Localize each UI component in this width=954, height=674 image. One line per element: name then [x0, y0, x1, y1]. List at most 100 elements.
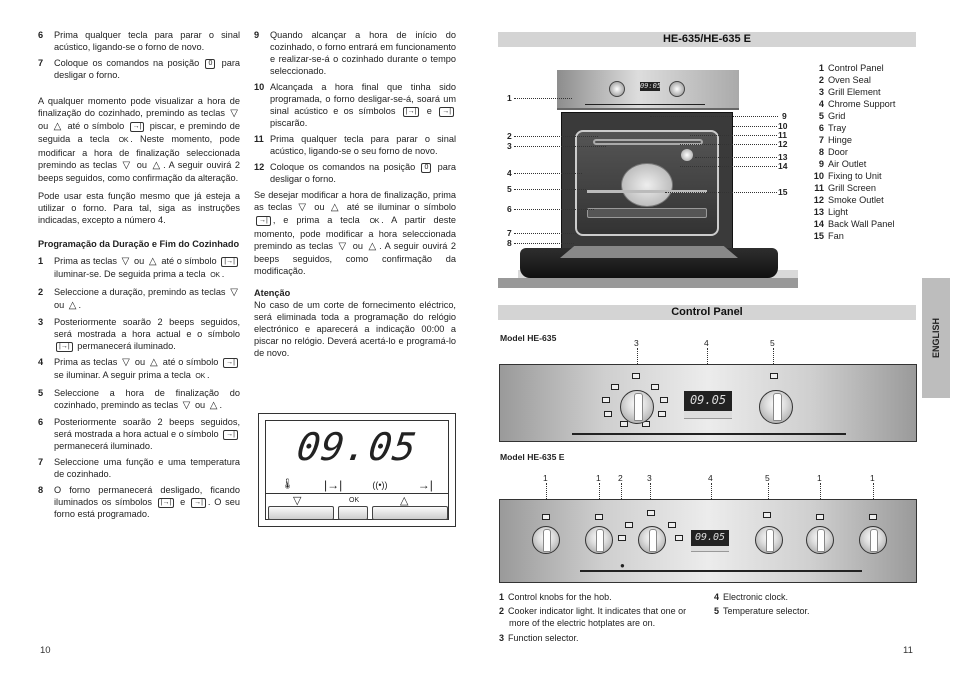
section-title-bar: HE-635/HE-635 E [498, 32, 916, 47]
legend-label: Smoke Outlet [828, 195, 884, 205]
clock-figure: 09.05 🌡 |→| ((•)) →| ▽ OK △ [258, 413, 456, 527]
list-item: 6 Prima qualquer tecla para parar o sinal… [38, 30, 240, 52]
legend-number: 1 [818, 63, 824, 73]
alarm-icon: ((•)) [372, 480, 388, 490]
text: e [180, 497, 186, 507]
down-arrow-icon: ▽ [121, 256, 130, 267]
hob-knob-4[interactable] [859, 526, 887, 554]
off-position-icon: 0 [421, 162, 432, 173]
oven-display: 09:05 [640, 82, 662, 91]
up-arrow-icon: △ [148, 256, 157, 267]
text: ou [134, 256, 145, 266]
text: . [78, 300, 82, 310]
legend-number: 15 [813, 231, 824, 241]
legend-label: Fan [828, 231, 844, 241]
text: até o símbolo [67, 121, 125, 131]
step-number: 11 [254, 134, 264, 144]
legend-label: Grid [828, 111, 846, 121]
text: Coloque os comandos na posição [270, 162, 416, 172]
steps-list: 1 Prima as teclas ▽ ou △ até o símbolo |→… [38, 255, 240, 520]
paragraph: Se desejar modificar a hora de finalizaç… [254, 189, 456, 277]
legend-label: Back Wall Panel [828, 219, 895, 229]
legend-number: 6 [818, 123, 824, 133]
list-item: 2 Seleccione a duração, premindo as tecla… [38, 286, 240, 312]
list-item: 3 Posteriormente soarão 2 beeps seguidos,… [38, 316, 240, 352]
oven-knob [609, 81, 625, 97]
text: . [221, 269, 225, 279]
legend-number: 3 [818, 87, 824, 97]
text: ou [136, 160, 147, 170]
up-arrow-icon: △ [68, 300, 77, 311]
ok-key-icon: OK [369, 218, 380, 225]
ok-key-icon: OK [118, 137, 129, 144]
text: . [219, 400, 222, 410]
oven-knob [669, 81, 685, 97]
legend-item: 4 Chrome Support [810, 98, 896, 110]
end-time-icon: →| [439, 106, 455, 117]
down-arrow-icon: ▽ [182, 400, 191, 411]
hob-knob-2[interactable] [585, 526, 613, 554]
text: , e prima a tecla [272, 215, 360, 225]
step-number: 1 [38, 256, 44, 266]
step-number: 8 [38, 485, 44, 495]
text: . [206, 370, 210, 380]
up-key[interactable] [372, 506, 448, 520]
attention-text: No caso de um corte de fornecimento eléc… [254, 300, 456, 358]
step-number: 9 [254, 30, 260, 40]
hob-icon [542, 514, 550, 520]
legend-label: Chrome Support [828, 99, 896, 109]
text: ou [134, 357, 146, 367]
text: permanecerá iluminado. [77, 341, 176, 351]
text: ou [314, 202, 325, 212]
temperature-selector-knob[interactable] [755, 526, 783, 554]
page-number-right: 11 [903, 645, 913, 656]
down-key[interactable] [268, 506, 334, 520]
up-arrow-icon: △ [149, 357, 158, 368]
hob-knob-3[interactable] [806, 526, 834, 554]
down-arrow-icon: ▽ [122, 160, 132, 171]
legend-item: 15 Fan [810, 230, 895, 242]
end-time-icon: →| [417, 478, 433, 492]
legend-number: 8 [818, 147, 824, 157]
function-selector-knob[interactable] [620, 390, 654, 424]
legend-number: 5 [818, 111, 824, 121]
legend-label: Grill Screen [828, 183, 876, 193]
text: e [426, 106, 432, 116]
text: até o símbolo [162, 357, 219, 367]
legend-item: 3 Grill Element [810, 86, 895, 98]
list-item: 7 Coloque os comandos na posição 0 para d… [38, 58, 240, 80]
text: ou [352, 241, 363, 251]
duration-icon: |→| [323, 478, 343, 492]
hob-knob-1[interactable] [532, 526, 560, 554]
text: até se iluminar o símbolo [346, 202, 456, 212]
function-selector-knob[interactable] [638, 526, 666, 554]
ok-key[interactable] [338, 506, 368, 520]
control-panel-he635: 09.05 [499, 364, 917, 442]
legend-number: 13 [813, 207, 824, 217]
end-time-icon: →| [256, 215, 271, 226]
legend-label: Grill Element [828, 87, 881, 97]
left-column-1: 6 Prima qualquer tecla para parar o sinal… [38, 29, 240, 524]
text: Seleccione uma função e uma temperatura … [54, 457, 240, 479]
temperature-selector-knob[interactable] [759, 390, 793, 424]
function-light-icon [632, 373, 640, 379]
steps-list: 9 Quando alcançar a hora de início do coz… [254, 29, 456, 185]
list-item: 7 Seleccione uma função e uma temperatura… [38, 456, 240, 480]
list-item: 5 Seleccione a hora de finalização do coz… [38, 387, 240, 412]
text: ou [54, 300, 65, 310]
text: se iluminar. A seguir prima a tecla [54, 370, 191, 380]
legend-number: 12 [813, 195, 824, 205]
list-item: 4 Prima as teclas ▽ ou △ até o símbolo →|… [38, 356, 240, 383]
legend-label: Door [828, 147, 848, 157]
caption-item: 5 Temperature selector. [714, 606, 810, 616]
step-number: 12 [254, 162, 265, 172]
list-item: 10 Alcançada a hora final que tinha sido … [254, 81, 456, 129]
text: iluminar-se. De seguida prima a tecla [54, 269, 206, 279]
list-item: 1 Prima as teclas ▽ ou △ até o símbolo |→… [38, 255, 240, 282]
down-arrow-icon: ▽ [338, 241, 348, 252]
step-number: 2 [38, 287, 44, 297]
text: Prima qualquer tecla para parar o sinal … [270, 134, 456, 156]
text: Seleccione a duração, premindo as teclas [54, 287, 226, 297]
legend-item: 8 Door [810, 146, 895, 158]
legend-label: Oven Seal [828, 75, 871, 85]
